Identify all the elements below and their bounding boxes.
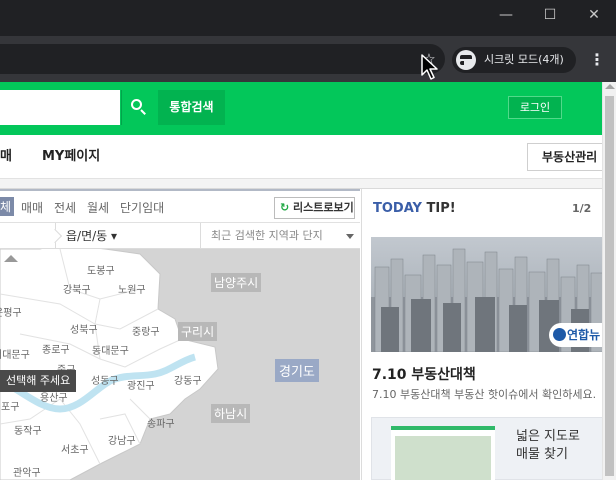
today-tip-panel: TODAY TIP! 1/2 연합뉴 7.10 부동산대책 7.10 부동산대책… — [361, 189, 602, 480]
realty-management-button[interactable]: 부동산관리 — [527, 143, 602, 171]
map-district[interactable]: 서대문구 — [0, 346, 30, 361]
tab-jeonse[interactable]: 전세 — [54, 199, 76, 216]
site-header: 통합검색 로그인 — [0, 82, 602, 135]
tab-short-term[interactable]: 단기임대 — [120, 199, 164, 216]
promo-thumbnail — [391, 426, 495, 480]
chevron-down-icon — [346, 234, 354, 239]
incognito-label: 시크릿 모드(4개) — [484, 53, 564, 66]
unified-search-button[interactable]: 통합검색 — [158, 90, 225, 125]
browser-titlebar: — ☐ ✕ — [0, 0, 616, 36]
incognito-icon — [456, 50, 480, 70]
maximize-button[interactable]: ☐ — [528, 0, 572, 32]
map-province[interactable]: 경기도 — [275, 359, 319, 382]
map-tooltip: 선택해 주세요 — [0, 370, 76, 392]
list-view-button[interactable]: ↻ 리스트로보기 — [274, 197, 355, 219]
refresh-icon: ↻ — [280, 201, 290, 214]
address-bar[interactable] — [0, 44, 445, 74]
map-district[interactable]: 서초구 — [61, 441, 89, 456]
map-district[interactable]: 송파구 — [147, 415, 175, 430]
promo-text: 넓은 지도로 매물 찾기 — [516, 429, 580, 462]
minimize-button[interactable]: — — [484, 0, 528, 32]
browser-toolbar: ☆ 시크릿 모드(4개) ⋮ — [0, 36, 616, 82]
map-district[interactable]: 관악구 — [13, 464, 41, 479]
map-promo-banner[interactable]: 넓은 지도로 매물 찾기 — [371, 417, 602, 480]
map-district[interactable]: 강동구 — [174, 372, 202, 387]
map-district[interactable]: 은평구 — [0, 304, 22, 319]
tip-image[interactable]: 연합뉴 — [371, 237, 602, 352]
map-city[interactable]: 남양주시 — [211, 273, 262, 292]
map-district[interactable]: 성동구 — [91, 372, 119, 387]
map-district[interactable]: 광진구 — [127, 377, 155, 392]
incognito-indicator[interactable]: 시크릿 모드(4개) — [452, 47, 576, 73]
map-city[interactable]: 구리시 — [178, 322, 218, 341]
recent-search-dropdown[interactable]: 최근 검색한 지역과 단지 — [200, 223, 360, 249]
tab-all[interactable]: 체 — [0, 197, 15, 216]
section-divider — [0, 179, 602, 189]
map-district[interactable]: 포구 — [1, 398, 19, 413]
image-credit: 연합뉴 — [549, 323, 602, 347]
list-view-label: 리스트로보기 — [293, 201, 354, 214]
map-district[interactable]: 동대문구 — [92, 342, 129, 357]
map-district[interactable]: 노원구 — [118, 281, 146, 296]
map-district[interactable]: 도봉구 — [87, 262, 115, 277]
main-nav: 매 MY페이지 부동산관리 — [0, 135, 602, 179]
map-city[interactable]: 하남시 — [211, 404, 251, 423]
login-button[interactable]: 로그인 — [508, 96, 562, 119]
nav-item-sale[interactable]: 매 — [0, 135, 12, 179]
map-district[interactable]: 성북구 — [70, 321, 98, 336]
map-district[interactable]: 강남구 — [108, 432, 136, 447]
page-scrollbar[interactable] — [602, 82, 616, 480]
tip-headline[interactable]: 7.10 부동산대책 — [372, 364, 476, 384]
today-tip-title: TODAY TIP! — [373, 201, 456, 216]
tab-monthly[interactable]: 월세 — [87, 199, 109, 216]
trade-filter-bar: 체 매매 전세 월세 단기임대 ↻ 리스트로보기 — [0, 189, 360, 223]
map-panel: 체 매매 전세 월세 단기임대 ↻ 리스트로보기 읍/면/동 ▾ 최근 검색한 … — [0, 189, 360, 480]
search-button[interactable] — [121, 90, 155, 125]
dong-select[interactable]: 읍/면/동 ▾ — [66, 223, 117, 249]
close-button[interactable]: ✕ — [572, 0, 616, 32]
nav-item-my-page[interactable]: MY페이지 — [42, 135, 100, 179]
mouse-cursor-icon — [421, 54, 438, 80]
map-district[interactable]: 종로구 — [42, 341, 70, 356]
map-district[interactable]: 중랑구 — [132, 323, 160, 338]
recent-search-label: 최근 검색한 지역과 단지 — [211, 229, 323, 242]
region-breadcrumb[interactable] — [0, 223, 56, 249]
map-scroll-up-icon[interactable] — [4, 255, 18, 262]
tab-sale[interactable]: 매매 — [21, 199, 43, 216]
more-vert-icon[interactable]: ⋮ — [588, 48, 606, 72]
location-bar: 읍/면/동 ▾ 최근 검색한 지역과 단지 — [0, 223, 360, 249]
map-district[interactable]: 동작구 — [14, 422, 42, 437]
page-content: 통합검색 로그인 매 MY페이지 부동산관리 체 매매 전세 월세 단기임대 ↻… — [0, 82, 602, 480]
tip-pagination[interactable]: 1/2 — [572, 202, 591, 215]
tip-description[interactable]: 7.10 부동산대책 부동산 핫이슈에서 확인하세요. — [372, 386, 602, 402]
map-district[interactable]: 강북구 — [63, 281, 91, 296]
search-input[interactable] — [0, 90, 120, 125]
scroll-thumb[interactable] — [605, 96, 614, 476]
region-map[interactable]: 도봉구 노원구 강북구 은평구 성북구 중랑구 종로구 동대문구 서대문구 중구… — [0, 249, 360, 480]
scroll-up-icon[interactable] — [605, 84, 615, 89]
